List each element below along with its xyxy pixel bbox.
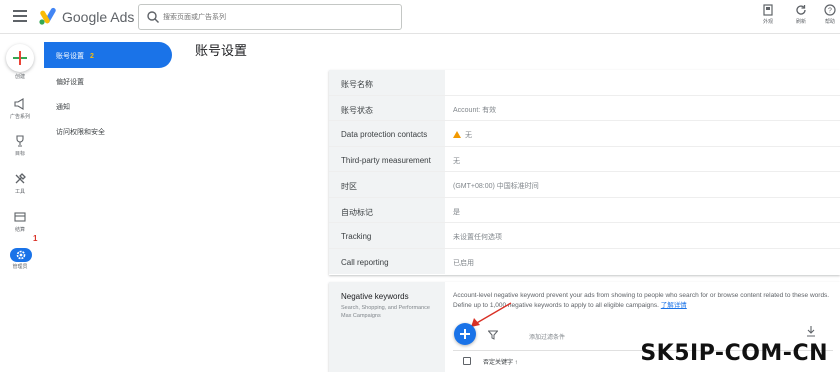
subnav-item-notifications[interactable]: 通知 xyxy=(44,93,172,119)
rail-item-label: 结算 xyxy=(14,227,25,233)
rail-item-goals[interactable]: 目标 xyxy=(0,135,40,165)
create-button[interactable] xyxy=(6,44,34,72)
setting-value: 未设置任何选项 xyxy=(453,234,502,241)
settings-row-call-reporting[interactable]: Call reporting 已启用 xyxy=(329,248,840,274)
tools-icon xyxy=(15,173,26,184)
subnav-item-label: 通知 xyxy=(56,104,70,111)
campaign-icon xyxy=(14,98,24,110)
help-icon: ? xyxy=(824,4,836,16)
billing-icon xyxy=(14,212,26,222)
rail-item-label: 广告系列 xyxy=(9,114,30,120)
appearance-button[interactable]: 外观 xyxy=(756,4,780,25)
settings-row-third-party[interactable]: Third-party measurement 无 xyxy=(329,146,840,172)
settings-row-auto-tagging[interactable]: 自动标记 是 xyxy=(329,197,840,223)
menu-icon[interactable] xyxy=(13,10,27,22)
refresh-icon xyxy=(796,5,806,15)
setting-label: Data protection contacts xyxy=(329,121,445,146)
svg-text:?: ? xyxy=(828,8,832,15)
refresh-button[interactable]: 刷新 xyxy=(789,4,813,25)
appearance-label: 外观 xyxy=(762,19,773,25)
admin-pill xyxy=(10,248,32,262)
warning-icon xyxy=(453,131,461,138)
account-settings-card: 账号名称 账号状态 Account: 有效 Data protection co… xyxy=(329,70,840,275)
add-filter-button[interactable]: 添加过滤条件 xyxy=(529,332,565,341)
search-icon xyxy=(147,11,159,23)
create-label: 创建 xyxy=(14,74,25,80)
negative-keywords-subtitle: Search, Shopping, and Performance Max Ca… xyxy=(341,305,430,319)
admin-gear-icon xyxy=(16,250,26,260)
brand-name: Google Ads xyxy=(62,9,135,25)
annotation-badge: 2 xyxy=(90,53,94,60)
subnav-item-account-settings[interactable]: 账号设置 2 xyxy=(44,42,172,68)
top-bar: Google Ads 外观 刷新 ? 帮助 xyxy=(0,0,840,34)
learn-more-link[interactable]: 了解详情 xyxy=(661,302,687,309)
setting-label: 账号名称 xyxy=(329,70,445,95)
setting-label: 时区 xyxy=(329,172,445,197)
setting-value: (GMT+08:00) 中国标准时间 xyxy=(453,183,539,190)
settings-row-data-protection[interactable]: Data protection contacts 无 xyxy=(329,121,840,147)
select-all-checkbox[interactable] xyxy=(463,357,471,365)
rail-item-tools[interactable]: 工具 xyxy=(0,173,40,203)
setting-label: Call reporting xyxy=(329,248,445,274)
setting-value: 是 xyxy=(453,208,460,216)
refresh-label: 刷新 xyxy=(795,19,806,25)
appearance-icon xyxy=(763,4,773,16)
page-title: 账号设置 xyxy=(195,43,248,58)
settings-row-timezone[interactable]: 时区 (GMT+08:00) 中国标准时间 xyxy=(329,172,840,198)
goals-icon xyxy=(16,135,24,147)
left-rail: 创建 广告系列 目标 工具 结算 1 管理员 xyxy=(0,34,40,372)
setting-label: 账号状态 xyxy=(329,95,445,120)
google-ads-logo[interactable] xyxy=(39,7,59,25)
settings-row-account-status[interactable]: 账号状态 Account: 有效 xyxy=(329,95,840,121)
subnav-item-label: 账号设置 xyxy=(56,53,84,60)
settings-row-tracking[interactable]: Tracking 未设置任何选项 xyxy=(329,223,840,249)
add-negative-keyword-button[interactable] xyxy=(454,323,476,345)
setting-value: 无 xyxy=(465,132,472,139)
column-header-keyword[interactable]: 否定关键字 ↑ xyxy=(483,357,518,366)
subnav-item-access-security[interactable]: 访问权限和安全 xyxy=(44,118,172,144)
setting-label: 自动标记 xyxy=(329,197,445,222)
setting-value: 已启用 xyxy=(453,259,474,267)
rail-item-admin[interactable]: 管理员 xyxy=(0,248,40,278)
setting-label: Third-party measurement xyxy=(329,146,445,171)
rail-item-label: 工具 xyxy=(14,189,25,195)
setting-value: 无 xyxy=(453,157,460,165)
rail-item-label: 目标 xyxy=(14,151,25,157)
rail-item-campaigns[interactable]: 广告系列 xyxy=(0,98,40,128)
annotation-number: 1 xyxy=(33,234,38,243)
download-icon[interactable] xyxy=(806,326,816,337)
watermark: SK5IP-COM-CN xyxy=(640,341,828,366)
setting-label: Tracking xyxy=(329,223,445,248)
search-input[interactable] xyxy=(163,9,393,25)
subnav-item-label: 偏好设置 xyxy=(56,79,84,86)
search-box[interactable] xyxy=(138,4,402,30)
settings-row-account-name[interactable]: 账号名称 xyxy=(329,70,840,96)
rail-item-label: 管理员 xyxy=(12,264,28,270)
filter-icon[interactable] xyxy=(488,330,498,340)
subnav-item-label: 访问权限和安全 xyxy=(56,129,105,136)
help-button[interactable]: ? 帮助 xyxy=(818,4,840,25)
negative-keywords-title: Negative keywords xyxy=(341,292,409,301)
settings-subnav: 账号设置 2 偏好设置 通知 访问权限和安全 xyxy=(44,34,172,372)
subnav-item-preferences[interactable]: 偏好设置 xyxy=(44,68,172,94)
help-label: 帮助 xyxy=(824,19,835,25)
setting-value: Account: 有效 xyxy=(453,106,497,114)
